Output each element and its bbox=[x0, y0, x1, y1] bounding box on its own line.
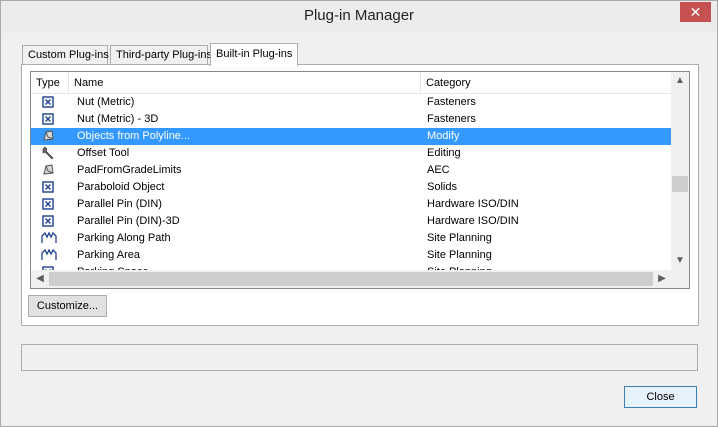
list-item[interactable]: Parking Area Site Planning bbox=[31, 247, 671, 264]
list-item[interactable]: Parking Along Path Site Planning bbox=[31, 230, 671, 247]
chevron-down-icon: ▼ bbox=[675, 255, 685, 266]
scroll-left-button[interactable]: ◀ bbox=[31, 270, 49, 288]
box-x-icon bbox=[41, 197, 55, 211]
plugin-name: Paraboloid Object bbox=[77, 181, 165, 193]
status-box bbox=[21, 344, 698, 371]
plugin-name: Parking Along Path bbox=[77, 232, 171, 244]
chevron-left-icon: ◀ bbox=[36, 273, 44, 284]
box-x-icon bbox=[41, 180, 55, 194]
scrollbar-corner bbox=[671, 270, 689, 288]
box-x-icon bbox=[41, 214, 55, 228]
list-item[interactable]: Parallel Pin (DIN) Hardware ISO/DIN bbox=[31, 196, 671, 213]
box-x-icon bbox=[41, 95, 55, 109]
polyline-object-icon bbox=[41, 163, 55, 177]
tab-third-party-plugins[interactable]: Third-party Plug-ins bbox=[110, 45, 212, 65]
polyline-object-icon bbox=[41, 129, 55, 143]
plugin-name: Parking Area bbox=[77, 249, 140, 261]
tab-built-in-plugins[interactable]: Built-in Plug-ins bbox=[210, 43, 298, 66]
wrench-icon bbox=[41, 146, 55, 160]
plugin-category: Site Planning bbox=[427, 249, 492, 261]
tab-label: Third-party Plug-ins bbox=[116, 49, 212, 61]
customize-button[interactable]: Customize... bbox=[28, 295, 107, 317]
plugin-name: PadFromGradeLimits bbox=[77, 164, 182, 176]
plugin-category: Fasteners bbox=[427, 113, 476, 125]
list-item[interactable]: Nut (Metric) Fasteners bbox=[31, 94, 671, 111]
list-item[interactable]: Paraboloid Object Solids bbox=[31, 179, 671, 196]
parking-icon bbox=[41, 248, 57, 262]
tab-label: Custom Plug-ins bbox=[28, 49, 109, 61]
plugin-name: Objects from Polyline... bbox=[77, 130, 191, 142]
window-close-button[interactable]: ✕ bbox=[680, 2, 711, 22]
window-title: Plug-in Manager bbox=[303, 7, 415, 24]
plugin-category: Hardware ISO/DIN bbox=[427, 215, 519, 227]
horizontal-scroll-thumb[interactable] bbox=[49, 272, 653, 286]
list-item[interactable]: Objects from Polyline... Modify bbox=[31, 128, 671, 145]
plugin-name: Nut (Metric) - 3D bbox=[77, 113, 159, 125]
plugin-category: Fasteners bbox=[427, 96, 476, 108]
plugin-name: Parallel Pin (DIN) bbox=[77, 198, 162, 210]
scroll-right-button[interactable]: ▶ bbox=[653, 270, 671, 288]
scroll-up-button[interactable]: ▲ bbox=[671, 72, 689, 90]
tab-label: Built-in Plug-ins bbox=[216, 48, 293, 60]
list-item[interactable]: Offset Tool Editing bbox=[31, 145, 671, 162]
plugin-category: Editing bbox=[427, 147, 461, 159]
list-item[interactable]: Nut (Metric) - 3D Fasteners bbox=[31, 111, 671, 128]
vertical-scrollbar[interactable]: ▲ ▼ bbox=[671, 72, 689, 270]
close-icon: ✕ bbox=[689, 4, 702, 20]
list-header: Type Name Category bbox=[31, 72, 671, 94]
plugin-manager-window: Plug-in Manager ✕ Custom Plug-ins Third-… bbox=[0, 0, 718, 427]
parking-icon bbox=[41, 231, 57, 245]
box-x-icon bbox=[41, 112, 55, 126]
column-header-type[interactable]: Type bbox=[31, 72, 69, 94]
scroll-down-button[interactable]: ▼ bbox=[671, 252, 689, 270]
column-header-category[interactable]: Category bbox=[421, 72, 671, 94]
close-button[interactable]: Close bbox=[624, 386, 697, 408]
column-header-name[interactable]: Name bbox=[69, 72, 421, 94]
chevron-right-icon: ▶ bbox=[658, 273, 666, 284]
list-item[interactable]: Parallel Pin (DIN)-3D Hardware ISO/DIN bbox=[31, 213, 671, 230]
title-bar[interactable]: Plug-in Manager ✕ bbox=[1, 1, 717, 33]
plugin-category: Site Planning bbox=[427, 232, 492, 244]
plugin-category: Modify bbox=[427, 130, 460, 142]
list-rows: Nut (Metric) Fasteners Nut (Metric) - 3D Fa… bbox=[31, 94, 671, 270]
plugin-list[interactable]: Type Name Category Nut (Metric) Fasteners… bbox=[30, 71, 690, 289]
vertical-scroll-thumb[interactable] bbox=[672, 176, 688, 192]
list-item[interactable]: PadFromGradeLimits AEC bbox=[31, 162, 671, 179]
horizontal-scrollbar[interactable]: ◀ ▶ bbox=[31, 270, 671, 288]
plugin-category: Solids bbox=[427, 181, 457, 193]
plugin-category: Hardware ISO/DIN bbox=[427, 198, 519, 210]
plugin-name: Parallel Pin (DIN)-3D bbox=[77, 215, 180, 227]
chevron-up-icon: ▲ bbox=[675, 75, 685, 86]
tab-custom-plugins[interactable]: Custom Plug-ins bbox=[22, 45, 109, 65]
plugin-name: Nut (Metric) bbox=[77, 96, 135, 108]
plugin-name: Offset Tool bbox=[77, 147, 130, 159]
built-in-plugins-panel: Type Name Category Nut (Metric) Fasteners… bbox=[21, 64, 699, 326]
plugin-category: AEC bbox=[427, 164, 450, 176]
